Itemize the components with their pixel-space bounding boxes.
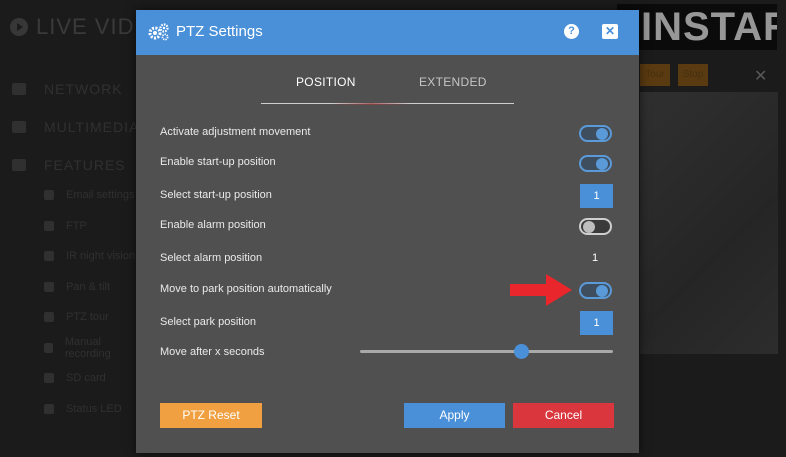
apply-button[interactable]: Apply bbox=[404, 403, 505, 428]
park-automatically-toggle[interactable] bbox=[579, 282, 612, 299]
cancel-button[interactable]: Cancel bbox=[513, 403, 614, 428]
alarm-position-toggle[interactable] bbox=[579, 218, 612, 235]
toggle-knob bbox=[596, 128, 608, 140]
row-label-select-startup: Select start-up position bbox=[160, 189, 272, 201]
row-label-select-alarm: Select alarm position bbox=[160, 252, 263, 264]
dialog-title: PTZ Settings bbox=[176, 23, 263, 40]
ptz-reset-button[interactable]: PTZ Reset bbox=[160, 403, 262, 428]
tab-extended[interactable]: EXTENDED bbox=[419, 75, 487, 89]
dialog-header: PTZ Settings ? ✕ bbox=[136, 10, 639, 55]
activate-adjustment-toggle[interactable] bbox=[579, 125, 612, 142]
move-after-seconds-slider[interactable] bbox=[360, 344, 613, 359]
alarm-position-value[interactable]: 1 bbox=[592, 252, 598, 264]
tab-position[interactable]: POSITION bbox=[296, 75, 356, 89]
startup-position-input[interactable]: 1 bbox=[580, 184, 613, 208]
gears-icon bbox=[148, 23, 169, 41]
row-label-park-automatically: Move to park position automatically bbox=[160, 283, 332, 295]
help-icon[interactable]: ? bbox=[564, 24, 579, 39]
row-label-move-after-seconds: Move after x seconds bbox=[160, 346, 265, 358]
close-icon[interactable]: ✕ bbox=[602, 24, 618, 39]
toggle-knob bbox=[583, 221, 595, 233]
red-arrow-annotation bbox=[510, 274, 572, 306]
toggle-knob bbox=[596, 158, 608, 170]
tab-bar: POSITION EXTENDED bbox=[261, 70, 514, 105]
park-position-input[interactable]: 1 bbox=[580, 311, 613, 335]
ptz-settings-dialog: PTZ Settings ? ✕ POSITION EXTENDED Activ… bbox=[136, 10, 639, 453]
slider-handle[interactable] bbox=[513, 344, 529, 359]
toggle-knob bbox=[596, 285, 608, 297]
row-label-alarm-position: Enable alarm position bbox=[160, 219, 266, 231]
row-label-select-park: Select park position bbox=[160, 316, 256, 328]
row-label-activate-adjustment: Activate adjustment movement bbox=[160, 126, 311, 138]
active-tab-indicator bbox=[331, 103, 411, 105]
row-label-startup-position: Enable start-up position bbox=[160, 156, 276, 168]
startup-position-toggle[interactable] bbox=[579, 155, 612, 172]
